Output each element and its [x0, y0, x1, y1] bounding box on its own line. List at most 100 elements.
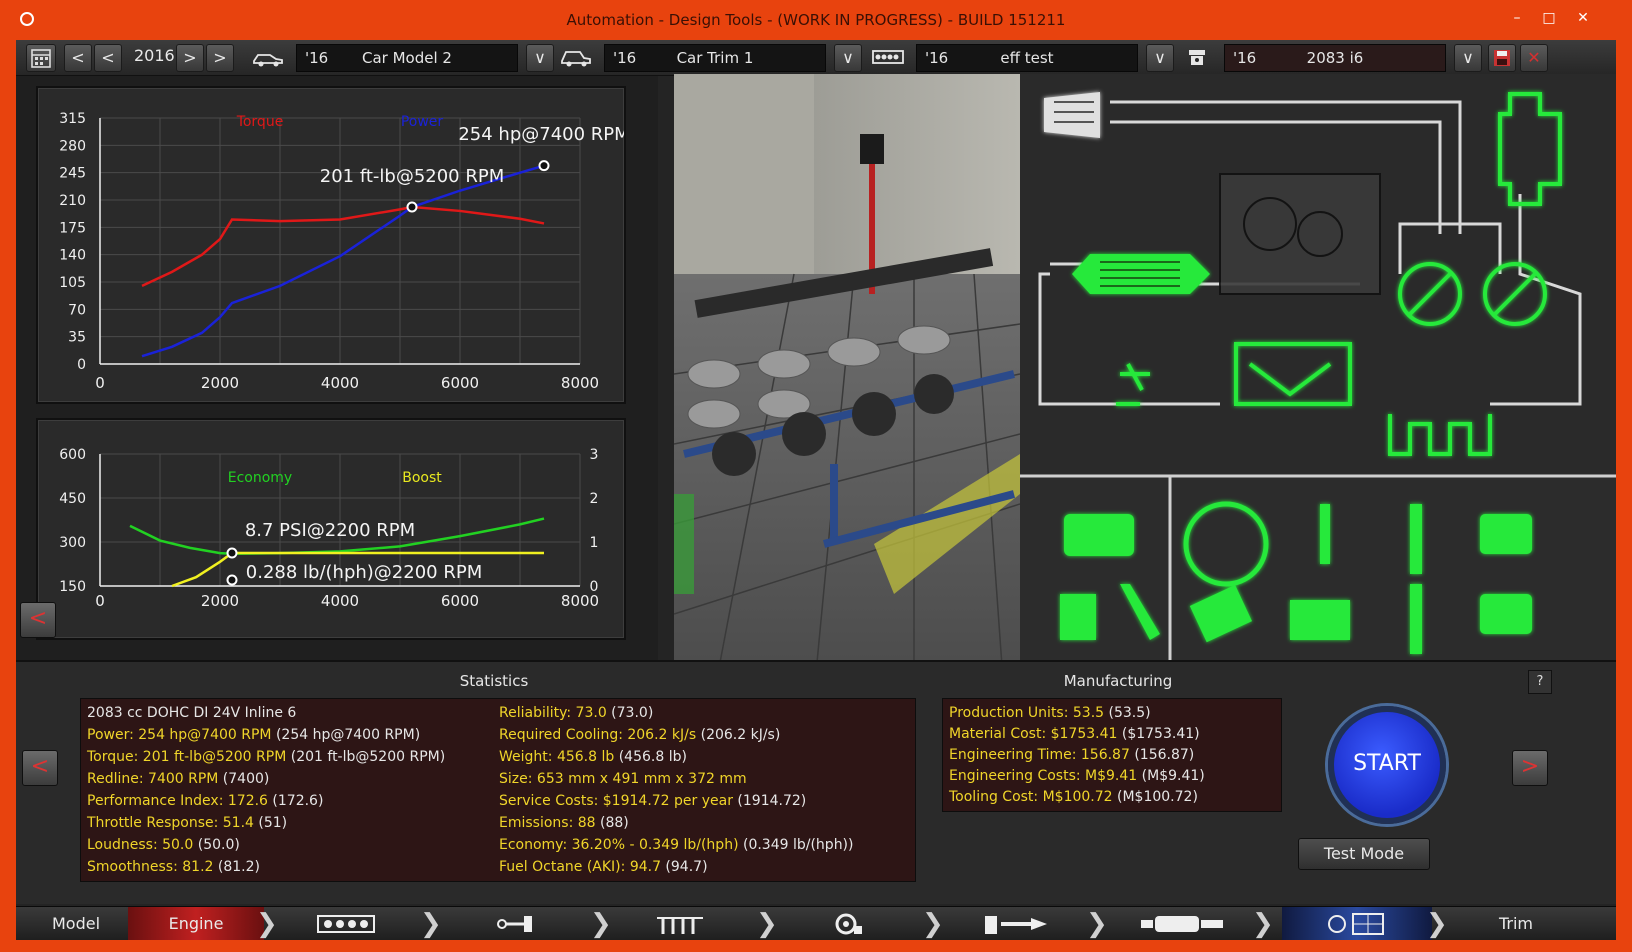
- y-left-tick-label: 300: [59, 535, 86, 551]
- stat-label: 2083 cc DOHC DI 24V Inline 6: [87, 705, 297, 721]
- calendar-button[interactable]: [26, 44, 56, 72]
- engine-family-field[interactable]: '16 eff test: [916, 44, 1138, 72]
- stat-row: Throttle Response: 51.4 (51): [87, 815, 287, 831]
- nav-separator-chevron: ❯: [420, 909, 442, 939]
- stat-label: Throttle Response: 51.4: [87, 815, 254, 831]
- stat-label: Required Cooling: 206.2 kJ/s: [499, 727, 697, 743]
- nav-engine[interactable]: Engine: [128, 907, 264, 940]
- x-tick-label: 6000: [441, 374, 479, 392]
- stat-label: Torque: 201 ft-lb@5200 RPM: [87, 749, 287, 765]
- year-back-button[interactable]: <: [94, 44, 122, 72]
- y-tick-label: 35: [68, 330, 86, 346]
- torque-peak-label: 201 ft-lb@5200 RPM: [320, 166, 505, 187]
- stat-row: Reliability: 73.0 (73.0): [499, 705, 653, 721]
- stat-row: 2083 cc DOHC DI 24V Inline 6: [87, 705, 296, 721]
- stat-value: (201 ft-lb@5200 RPM): [286, 749, 446, 765]
- stat-row: Size: 653 mm x 491 mm x 372 mm: [499, 771, 747, 787]
- engine-variant-icon: [1186, 46, 1208, 73]
- engine-3d-view[interactable]: [674, 74, 1020, 694]
- stat-row: Economy: 36.20% - 0.349 lb/(hph) (0.349 …: [499, 837, 853, 853]
- toolbar: < < 2016 > > '16 Car Model 2 ∨ '16 Car Tri…: [16, 40, 1616, 76]
- test-mode-button[interactable]: Test Mode: [1298, 838, 1430, 870]
- stat-row: Tooling Cost: M$100.72 (M$100.72): [949, 789, 1198, 805]
- nav-trim[interactable]: Trim: [1446, 907, 1586, 940]
- y-tick-label: 70: [68, 302, 86, 318]
- stat-label: Material Cost: $1753.41: [949, 726, 1118, 742]
- close-window-button[interactable]: ✕: [1566, 8, 1600, 30]
- stat-row: Material Cost: $1753.41 ($1753.41): [949, 726, 1200, 742]
- stat-label: Economy: 36.20% - 0.349 lb/(hph): [499, 837, 739, 853]
- stat-value: (51): [253, 815, 288, 831]
- engine-variant-field[interactable]: '16 2083 i6: [1224, 44, 1446, 72]
- valvetrain-icon: [657, 917, 703, 934]
- nav-separator-chevron: ❯: [590, 909, 612, 939]
- bottom-panel: < Statistics 2083 cc DOHC DI 24V Inline …: [16, 660, 1616, 904]
- stat-row: Power: 254 hp@7400 RPM (254 hp@7400 RPM): [87, 727, 420, 743]
- car-model-field[interactable]: '16 Car Model 2: [296, 44, 518, 72]
- boost-peak-marker: [226, 547, 238, 559]
- car-trim-dropdown[interactable]: ∨: [834, 44, 862, 72]
- nav-valvetrain[interactable]: [620, 907, 740, 940]
- year-forward-fast-button[interactable]: >: [206, 44, 234, 72]
- fuel-icon: [985, 916, 1047, 934]
- maximize-button[interactable]: □: [1532, 8, 1566, 30]
- help-button[interactable]: ?: [1528, 670, 1552, 694]
- legend-torque: Torque: [236, 114, 284, 130]
- stat-label: Redline: 7400 RPM: [87, 771, 219, 787]
- x-tick-label: 0: [95, 374, 105, 392]
- close-design-button[interactable]: ✕: [1520, 44, 1548, 72]
- series-line-power: [141, 164, 545, 358]
- start-button[interactable]: START: [1328, 706, 1446, 824]
- stat-value: (0.349 lb/(hph)): [738, 837, 854, 853]
- prev-section-button[interactable]: <: [22, 750, 58, 786]
- stat-row: Service Costs: $1914.72 per year (1914.7…: [499, 793, 806, 809]
- x-tick-label: 8000: [561, 374, 599, 392]
- legend-boost: Boost: [402, 470, 442, 486]
- y-tick-label: 0: [77, 357, 86, 373]
- nav-model[interactable]: Model: [16, 907, 136, 940]
- next-section-button[interactable]: >: [1512, 750, 1548, 786]
- nav-crank[interactable]: [456, 907, 576, 940]
- app-window: Automation - Design Tools - (WORK IN PRO…: [0, 0, 1632, 952]
- y-tick-label: 140: [59, 248, 86, 264]
- nav-separator-chevron: ❯: [256, 909, 278, 939]
- nav-separator-chevron: ❯: [1426, 909, 1448, 939]
- year-back-fast-button[interactable]: <: [64, 44, 92, 72]
- nav-tune[interactable]: [1282, 907, 1432, 940]
- nav-exhaust[interactable]: [1122, 907, 1242, 940]
- nav-turbo[interactable]: [788, 907, 908, 940]
- torque-power-chart-panel: 0 35 70 105 140 175 210 245 280 315 0 2000 4000 6000 8…: [36, 86, 630, 404]
- nav-fuel[interactable]: [956, 907, 1076, 940]
- engine-family-dropdown[interactable]: ∨: [1146, 44, 1174, 72]
- stat-row: Weight: 456.8 lb (456.8 lb): [499, 749, 687, 765]
- y-right-tick-label: 3: [590, 447, 599, 463]
- stat-row: Fuel Octane (AKI): 94.7 (94.7): [499, 859, 708, 875]
- stat-value: (88): [595, 815, 629, 831]
- exhaust-icon: [1141, 916, 1223, 932]
- stat-label: Tooling Cost: M$100.72: [949, 789, 1113, 805]
- stat-value: (1914.72): [732, 793, 807, 809]
- stat-row: Production Units: 53.5 (53.5): [949, 705, 1151, 721]
- stat-row: Engineering Costs: M$9.41 (M$9.41): [949, 768, 1205, 784]
- stat-value: (81.2): [213, 859, 260, 875]
- engine-variant-dropdown[interactable]: ∨: [1454, 44, 1482, 72]
- stat-value: (M$100.72): [1112, 789, 1198, 805]
- save-icon: [1494, 50, 1510, 66]
- x-tick-label: 4000: [321, 374, 359, 392]
- car-trim-field[interactable]: '16 Car Trim 1: [604, 44, 826, 72]
- bottom-nav: Model ❯ Engine ❯ ❯ ❯ ❯ ❯ ❯ ❯ ❯ Trim: [16, 906, 1616, 940]
- stat-value: ($1753.41): [1117, 726, 1200, 742]
- minimize-button[interactable]: –: [1500, 8, 1534, 30]
- save-button[interactable]: [1488, 44, 1516, 72]
- engine-family-icon: [872, 46, 904, 73]
- stat-row: Performance Index: 172.6 (172.6): [87, 793, 323, 809]
- collapse-charts-button[interactable]: <: [20, 602, 56, 638]
- car-model-dropdown[interactable]: ∨: [526, 44, 554, 72]
- y-tick-label: 315: [59, 111, 86, 127]
- power-peak-marker: [538, 160, 550, 172]
- stat-value: (254 hp@7400 RPM): [271, 727, 421, 743]
- y-tick-label: 175: [59, 220, 86, 236]
- nav-engine-block[interactable]: [286, 907, 406, 940]
- y-right-tick-label: 1: [590, 535, 599, 551]
- year-forward-button[interactable]: >: [176, 44, 204, 72]
